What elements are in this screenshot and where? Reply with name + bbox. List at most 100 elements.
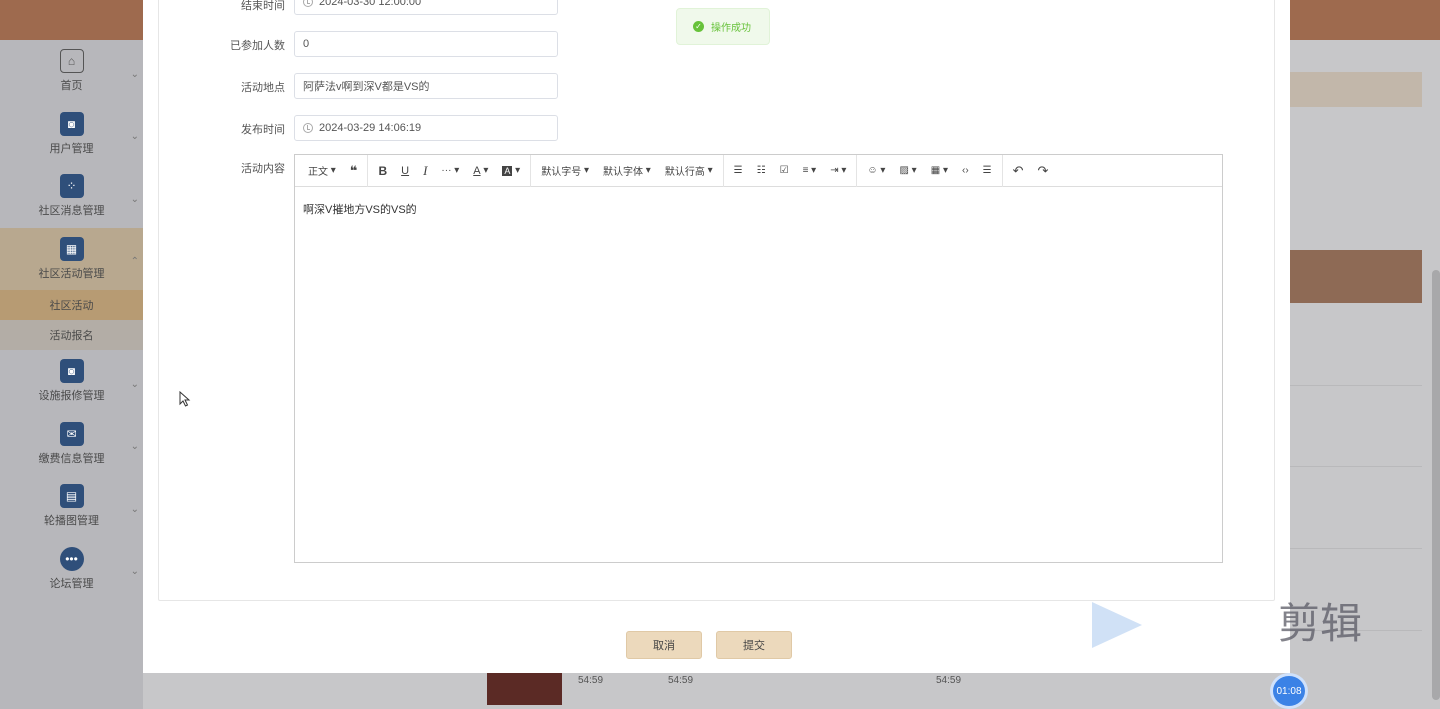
editor-content[interactable]: 啊深V摧地方VS的VS的 <box>295 187 1222 231</box>
sidebar-item-forum[interactable]: ••• 论坛管理 ⌄ <box>0 538 143 601</box>
sidebar-subitem-activities[interactable]: 社区活动 <box>0 290 143 320</box>
chevron-down-icon: ⌄ <box>130 378 139 390</box>
quote-icon[interactable]: ❝ <box>343 155 365 187</box>
chevron-down-icon: ⌄ <box>130 193 139 205</box>
sidebar-item-repairs[interactable]: ◙ 设施报修管理 ⌄ <box>0 350 143 413</box>
table-row-divider <box>1290 385 1422 386</box>
toolbar-divider <box>856 154 858 187</box>
chevron-down-icon: ⌄ <box>130 68 139 80</box>
submit-button[interactable]: 提交 <box>716 631 792 659</box>
video-editor-watermark: 剪辑 <box>1088 590 1378 660</box>
underline-button[interactable]: U <box>394 155 416 187</box>
sidebar-item-users[interactable]: ◙ 用户管理 ⌄ <box>0 103 143 166</box>
table-row-divider <box>1290 548 1422 549</box>
sidebar: ⌂ 首页 ⌄ ◙ 用户管理 ⌄ ⁘ 社区消息管理 ⌄ ▦ 社区活动管理 ⌃ 社区… <box>0 40 143 709</box>
mouse-cursor-icon <box>179 391 191 407</box>
table-cell-time: 54:59 <box>668 675 694 686</box>
grid-icon: ⁘ <box>59 174 84 199</box>
sidebar-subitem-registration[interactable]: 活动报名 <box>0 320 143 350</box>
chevron-down-icon: ⌄ <box>130 566 139 578</box>
edit-activity-dialog: 结束时间 2024-03-30 12:00:00 已参加人数 0 活动地点 阿萨… <box>143 0 1290 673</box>
rich-text-editor: 正文 ▾ ❝ B U I ··· ▾ A ▾ A ▾ 默认字号 ▾ 默认字体 ▾… <box>294 154 1223 563</box>
clock-icon <box>303 123 313 133</box>
watermark-text: 剪辑 <box>1278 599 1363 648</box>
publish-time-label: 发布时间 <box>241 124 285 136</box>
sidebar-item-label: 缴费信息管理 <box>38 452 105 465</box>
chevron-down-icon: ⌄ <box>130 503 139 515</box>
code-icon[interactable]: ‹› <box>955 155 976 187</box>
toolbar-divider <box>367 154 369 187</box>
location-value: 阿萨法v啊到深V都是VS的 <box>303 81 430 93</box>
background-table-header <box>1290 250 1422 303</box>
end-time-value: 2024-03-30 12:00:00 <box>319 0 422 8</box>
table-thumbnail-image <box>487 673 562 705</box>
image-icon[interactable]: ▨ ▾ <box>892 155 923 187</box>
play-logo-icon <box>1092 602 1142 648</box>
shop-icon: ▤ <box>59 484 84 509</box>
sidebar-item-label: 社区消息管理 <box>38 205 105 218</box>
sidebar-item-payments[interactable]: ✉ 缴费信息管理 ⌄ <box>0 413 143 476</box>
italic-button[interactable]: I <box>416 155 434 187</box>
sidebar-item-community-activities[interactable]: ▦ 社区活动管理 ⌃ <box>0 227 143 290</box>
chat-dots-icon: ••• <box>59 546 84 571</box>
undo-icon[interactable]: ↶ <box>1006 155 1031 187</box>
sidebar-item-label: 首页 <box>60 80 83 93</box>
participants-label: 已参加人数 <box>230 40 285 52</box>
scrollbar[interactable] <box>1432 270 1440 700</box>
sidebar-item-community-news[interactable]: ⁘ 社区消息管理 ⌄ <box>0 165 143 228</box>
end-time-label: 结束时间 <box>241 0 285 12</box>
check-circle-icon: ✓ <box>693 21 704 32</box>
toolbar-divider <box>1001 154 1003 187</box>
align-icon[interactable]: ≡ ▾ <box>796 155 824 187</box>
sidebar-item-carousel[interactable]: ▤ 轮播图管理 ⌄ <box>0 475 143 538</box>
bold-button[interactable]: B <box>371 155 394 187</box>
font-size-select[interactable]: 默认字号 ▾ <box>534 155 596 187</box>
chevron-up-icon: ⌃ <box>130 256 139 268</box>
background-color-button[interactable]: A ▾ <box>495 155 527 187</box>
bullet-list-icon[interactable]: ☰ <box>727 155 750 187</box>
sidebar-item-label: 社区活动管理 <box>38 267 105 280</box>
participants-value: 0 <box>303 38 310 50</box>
background-filter-bar <box>1290 72 1422 107</box>
sidebar-item-label: 论坛管理 <box>49 577 94 590</box>
editor-toolbar: 正文 ▾ ❝ B U I ··· ▾ A ▾ A ▾ 默认字号 ▾ 默认字体 ▾… <box>295 154 1222 187</box>
line-height-select[interactable]: 默认行高 ▾ <box>658 155 720 187</box>
indent-icon[interactable]: ⇥ ▾ <box>823 155 853 187</box>
heading-select[interactable]: 正文 ▾ <box>301 155 343 187</box>
todo-checkbox-icon[interactable]: ☑ <box>773 155 796 187</box>
table-icon[interactable]: ▦ ▾ <box>924 155 955 187</box>
sidebar-item-home[interactable]: ⌂ 首页 ⌄ <box>0 40 143 103</box>
location-label: 活动地点 <box>241 82 285 94</box>
toast-message: 操作成功 <box>711 23 751 34</box>
mail-icon: ✉ <box>59 421 84 446</box>
toolbar-divider <box>530 154 532 187</box>
cancel-button[interactable]: 取消 <box>626 631 702 659</box>
content-label: 活动内容 <box>241 163 285 175</box>
recording-timer: 01:08 <box>1270 673 1308 709</box>
font-color-button[interactable]: A ▾ <box>466 155 495 187</box>
user-card-icon: ◙ <box>59 111 84 136</box>
participants-input[interactable]: 0 <box>294 31 558 57</box>
background-table-row: 54:59 54:59 54:59 <box>143 673 1290 709</box>
location-input[interactable]: 阿萨法v啊到深V都是VS的 <box>294 73 558 99</box>
user-card-icon: ◙ <box>59 359 84 384</box>
clock-icon <box>303 0 313 7</box>
redo-icon[interactable]: ↷ <box>1031 155 1056 187</box>
emoji-icon[interactable]: ☺ ▾ <box>860 155 892 187</box>
table-row-divider <box>1290 466 1422 467</box>
toolbar-divider <box>722 154 724 187</box>
font-family-select[interactable]: 默认字体 ▾ <box>596 155 658 187</box>
numbered-list-icon[interactable]: ☷ <box>750 155 773 187</box>
divider-line-icon[interactable]: ☰ <box>976 155 999 187</box>
end-time-input[interactable]: 2024-03-30 12:00:00 <box>294 0 558 15</box>
layout-icon: ▦ <box>59 236 84 261</box>
home-icon: ⌂ <box>59 49 84 74</box>
sidebar-item-label: 轮播图管理 <box>44 515 99 528</box>
chevron-down-icon: ⌄ <box>130 441 139 453</box>
table-cell-time: 54:59 <box>578 675 604 686</box>
more-styles-button[interactable]: ··· ▾ <box>434 155 466 187</box>
chevron-down-icon: ⌄ <box>130 131 139 143</box>
table-cell-time: 54:59 <box>936 675 962 686</box>
sidebar-item-label: 设施报修管理 <box>38 390 105 403</box>
publish-time-input[interactable]: 2024-03-29 14:06:19 <box>294 115 558 141</box>
